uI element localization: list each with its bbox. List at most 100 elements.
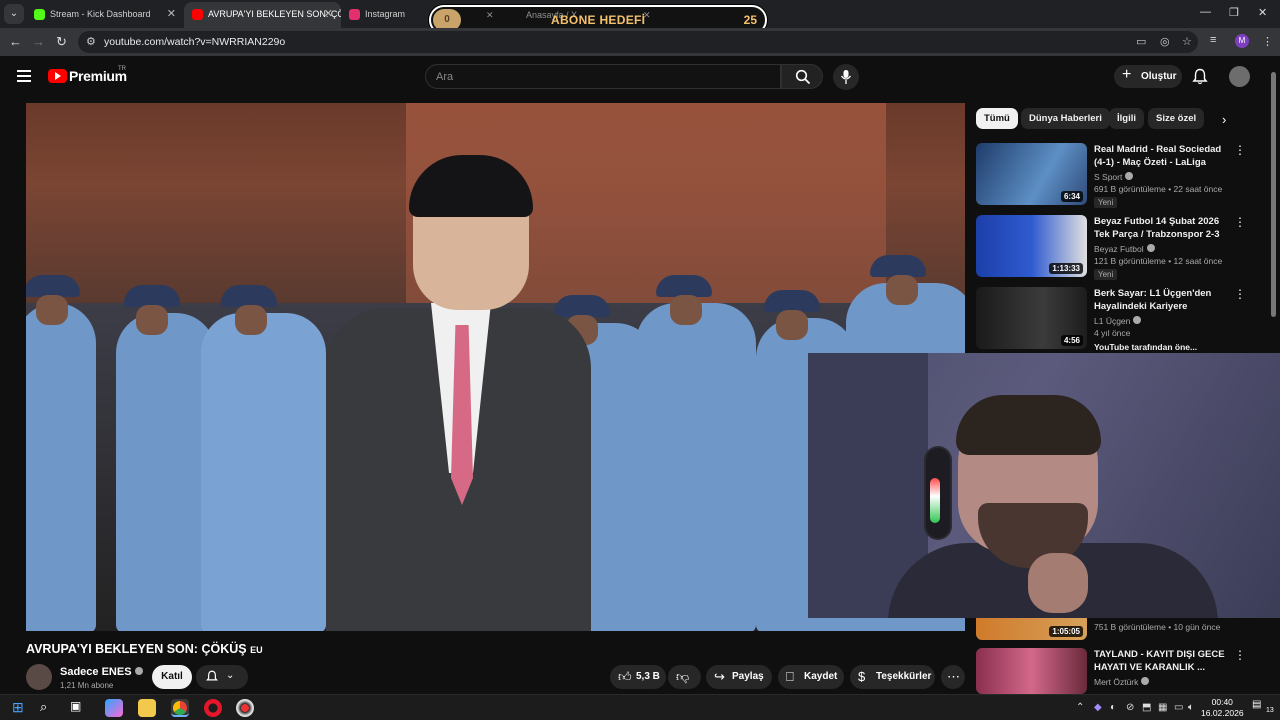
restore-icon[interactable]: ❐ [1229,6,1239,19]
tray-app-icon[interactable]: ◐ [1110,702,1116,713]
page-scrollbar[interactable] [1271,64,1277,317]
bookmark-icon: ⎕ [786,669,794,684]
video-meta: 751 B görüntüleme • 10 gün önce [1094,622,1221,632]
tab-close-icon[interactable]: ✕ [167,7,176,20]
like-button[interactable]: 👍︎ 5,3 B [610,665,666,689]
video-title[interactable]: Beyaz Futbol 14 Şubat 2026 Tek Parça / T… [1094,215,1229,242]
channel-name[interactable]: L1 Üçgen [1094,316,1142,326]
network-icon[interactable]: ▦ [1158,702,1167,713]
channel-name[interactable]: Beyaz Futbol [1094,244,1155,254]
share-icon: ↪ [714,669,725,684]
video-title[interactable]: Berk Sayar: L1 Üçgen'den Hayalindeki Kar… [1094,287,1229,314]
opera-icon[interactable] [204,699,222,717]
verified-icon [1146,244,1155,252]
reading-list-icon[interactable]: ≡ [1210,34,1216,46]
voice-search-button[interactable] [833,64,859,90]
recommendation-item[interactable]: 1:13:33 Beyaz Futbol 14 Şubat 2026 Tek P… [976,215,1266,281]
recommendation-item[interactable]: 4:56 Berk Sayar: L1 Üçgen'den Hayalindek… [976,287,1266,353]
video-thumbnail[interactable]: 4:56 [976,287,1087,349]
account-avatar[interactable] [1229,66,1250,87]
more-options-icon[interactable]: ⋮ [1234,215,1246,229]
video-title[interactable]: Real Madrid - Real Sociedad (4-1) - Maç … [1094,143,1229,170]
video-thumbnail[interactable] [976,648,1087,694]
cast-icon[interactable]: ▭ [1136,35,1146,48]
notifications-button[interactable] [1192,68,1208,90]
verified-icon [1141,677,1150,685]
save-button[interactable]: ⎕ Kaydet [778,665,844,689]
tab-close-icon[interactable]: ✕ [486,10,494,21]
guard-figure [201,285,326,631]
subscription-notification-button[interactable]: ⌄ [196,665,248,689]
search-placeholder: Ara [436,71,454,83]
guard-figure [26,275,96,631]
file-explorer-icon[interactable] [138,699,156,717]
more-actions-button[interactable]: ⋯ [941,665,965,689]
instagram-icon [349,9,360,20]
channel-name[interactable]: S Sport [1094,172,1134,182]
copilot-icon[interactable] [105,699,123,717]
eye-off-icon[interactable]: ◎ [1160,35,1170,48]
chip-for-you[interactable]: Size özel [1148,108,1205,129]
thumbs-down-icon: 👎︎ [676,669,690,684]
close-window-icon[interactable]: ✕ [1258,6,1267,19]
chip-related[interactable]: İlgili [1109,108,1144,129]
address-bar[interactable]: ⚙ youtube.com/watch?v=NWRRIAN229o ▭ ◎ ☆ [78,31,1198,53]
forward-icon[interactable]: → [32,34,45,49]
windows-start-icon[interactable]: ⊞ [12,699,30,717]
tray-app-icon[interactable]: ⬒ [1142,702,1151,713]
search-button[interactable] [781,64,823,89]
system-clock[interactable]: 00:40 16.02.2026 [1201,697,1244,719]
windows-taskbar: ⊞ ⌕ ▣ ⌃ ◆ ◐ ⊘ ⬒ ▦ ▭ 🔈︎ 00:40 16.02.2026 … [0,694,1280,720]
profile-avatar[interactable]: M [1235,34,1249,48]
dislike-button[interactable]: 👎︎ [668,665,701,689]
video-thumbnail[interactable]: 1:13:33 [976,215,1087,277]
new-badge: Yeni [1094,269,1118,280]
create-button[interactable]: + Oluştur [1114,65,1182,88]
thanks-icon: $ [858,669,866,684]
create-label: Oluştur [1141,71,1177,82]
obs-icon[interactable] [236,699,254,717]
tray-app-icon[interactable]: ◆ [1094,702,1102,713]
video-title[interactable]: TAYLAND - KAYIT DIŞI GECE HAYATI VE KARA… [1094,648,1229,674]
chevron-right-icon[interactable]: › [1222,112,1226,127]
tab-kick-dashboard[interactable]: Stream - Kick Dashboard ✕ [26,2,184,28]
display-icon[interactable]: ▭ [1174,702,1183,713]
chip-world-news[interactable]: Dünya Haberleri [1021,108,1110,129]
reload-icon[interactable]: ↻ [56,34,67,50]
like-count: 5,3 B [636,671,660,682]
chevron-up-icon[interactable]: ⌃ [1076,702,1084,713]
thanks-button[interactable]: $ Teşekkürler [850,665,935,689]
more-options-icon[interactable]: ⋮ [1234,143,1246,157]
bookmark-star-icon[interactable]: ☆ [1182,35,1192,48]
tab-youtube-video[interactable]: AVRUPA'YI BEKLEYEN SON: ÇÖK ✕ [184,2,341,28]
back-icon[interactable]: ← [9,34,22,49]
clock-time: 00:40 [1211,697,1233,707]
search-icon[interactable]: ⌕ [40,699,58,717]
search-input[interactable]: Ara [425,64,781,89]
url-text[interactable]: youtube.com/watch?v=NWRRIAN229o [104,36,285,48]
browser-menu-icon[interactable]: ⋮ [1262,35,1273,48]
hamburger-menu-icon[interactable] [17,70,31,85]
recommendation-item[interactable]: 6:34 Real Madrid - Real Sociedad (4-1) -… [976,143,1266,209]
share-button[interactable]: ↪ Paylaş [706,665,772,689]
task-view-icon[interactable]: ▣ [70,699,88,717]
tray-app-icon[interactable]: ⊘ [1126,702,1134,713]
more-options-icon[interactable]: ⋮ [1234,648,1246,662]
tab-search-button[interactable]: ⌄ [4,4,24,24]
notification-center-icon[interactable]: ▤ [1252,699,1261,710]
chip-all[interactable]: Tümü [976,108,1018,129]
site-info-icon[interactable]: ⚙ [86,35,96,48]
tab-close-icon[interactable]: ✕ [324,7,333,20]
more-options-icon[interactable]: ⋮ [1234,287,1246,301]
minimize-icon[interactable]: — [1200,6,1211,18]
video-thumbnail[interactable]: 6:34 [976,143,1087,205]
volume-icon[interactable]: 🔈︎ [1188,702,1194,713]
clock-date: 16.02.2026 [1201,708,1244,718]
video-thumbnail[interactable]: 1:05:05 [976,618,1087,640]
chrome-icon[interactable] [171,699,189,717]
microphone-icon [840,70,852,84]
join-button[interactable]: Katıl [152,665,192,689]
channel-avatar[interactable] [26,664,52,690]
channel-name[interactable]: Sadece ENES [60,666,143,678]
channel-name[interactable]: Mert Öztürk [1094,677,1150,687]
